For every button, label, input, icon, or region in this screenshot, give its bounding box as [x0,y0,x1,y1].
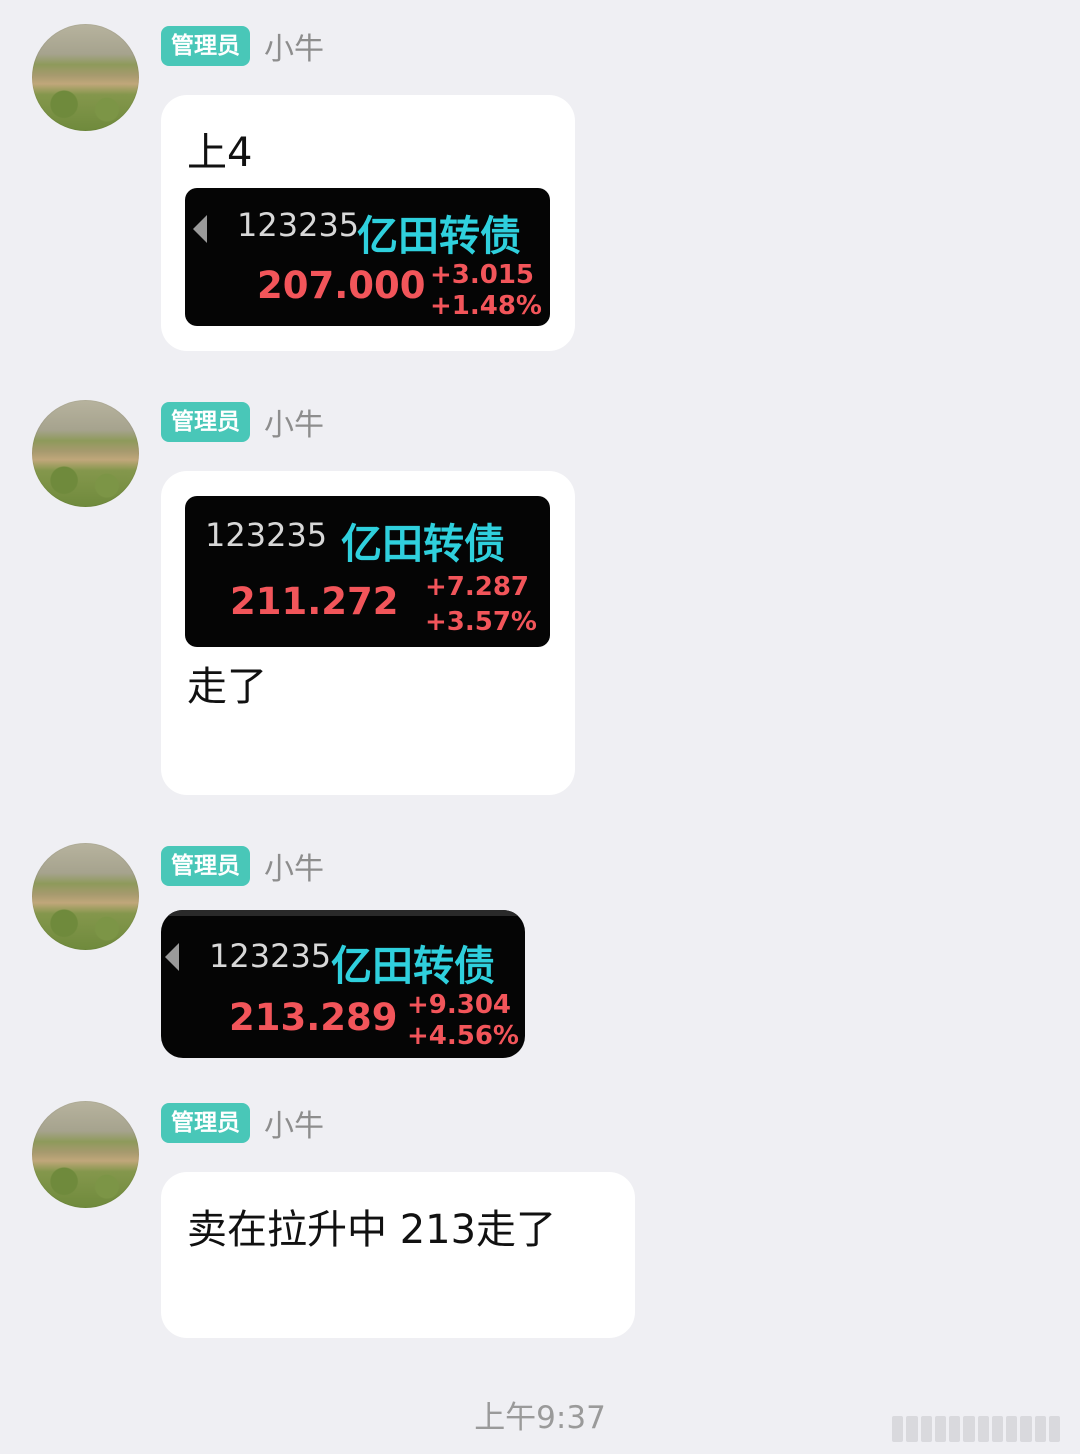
message-text: 上4 [187,130,253,176]
sender-name[interactable]: 小牛 [264,24,324,68]
sender-name[interactable]: 小牛 [264,1101,324,1145]
left-arrow-icon [165,943,179,971]
sender-name[interactable]: 小牛 [264,844,324,888]
admin-badge: 管理员 [161,846,250,886]
quote-name: 亿田转债 [341,520,505,568]
sender-avatar[interactable] [32,400,139,507]
sender-avatar[interactable] [32,24,139,131]
sender-avatar[interactable] [32,843,139,950]
message-text: 卖在拉升中 213走了 [187,1207,557,1253]
message-header: 管理员 小牛 [161,843,324,889]
left-arrow-icon [193,215,207,243]
stock-quote-image[interactable]: 123235 亿田转债 211.272 +7.287 +3.57% [185,496,550,647]
sender-name[interactable]: 小牛 [264,400,324,444]
quote-change-pct: +4.56% [407,1021,519,1051]
quote-price: 211.272 [230,580,399,623]
message-bubble[interactable]: 123235 亿田转债 211.272 +7.287 +3.57% 走了 [161,471,575,795]
quote-change-pct: +3.57% [425,607,537,637]
message-header: 管理员 小牛 [161,23,324,69]
quote-code: 123235 [209,937,332,975]
quote-change: +7.287 [425,572,530,602]
quote-change-pct: +1.48% [430,291,542,321]
message-text: 走了 [187,664,267,710]
quote-name: 亿田转债 [331,942,495,990]
watermark-bars [892,1416,1060,1442]
stock-quote-image[interactable]: 123235 亿田转债 207.000 +3.015 +1.48% [185,188,550,326]
quote-price: 207.000 [257,264,426,307]
message-bubble[interactable]: 卖在拉升中 213走了 [161,1172,635,1338]
admin-badge: 管理员 [161,26,250,66]
message-header: 管理员 小牛 [161,399,324,445]
sender-avatar[interactable] [32,1101,139,1208]
quote-name: 亿田转债 [357,212,521,260]
message-bubble[interactable]: 上4 123235 亿田转债 207.000 +3.015 +1.48% [161,95,575,351]
admin-badge: 管理员 [161,402,250,442]
quote-change: +9.304 [407,990,512,1020]
quote-code: 123235 [205,516,328,554]
admin-badge: 管理员 [161,1103,250,1143]
cropped-text-strip [161,910,525,916]
quote-change: +3.015 [430,260,535,290]
message-header: 管理员 小牛 [161,1100,324,1146]
quote-code: 123235 [237,206,360,244]
quote-price: 213.289 [229,996,398,1039]
stock-quote-image[interactable]: 123235 亿田转债 213.289 +9.304 +4.56% [161,910,525,1058]
